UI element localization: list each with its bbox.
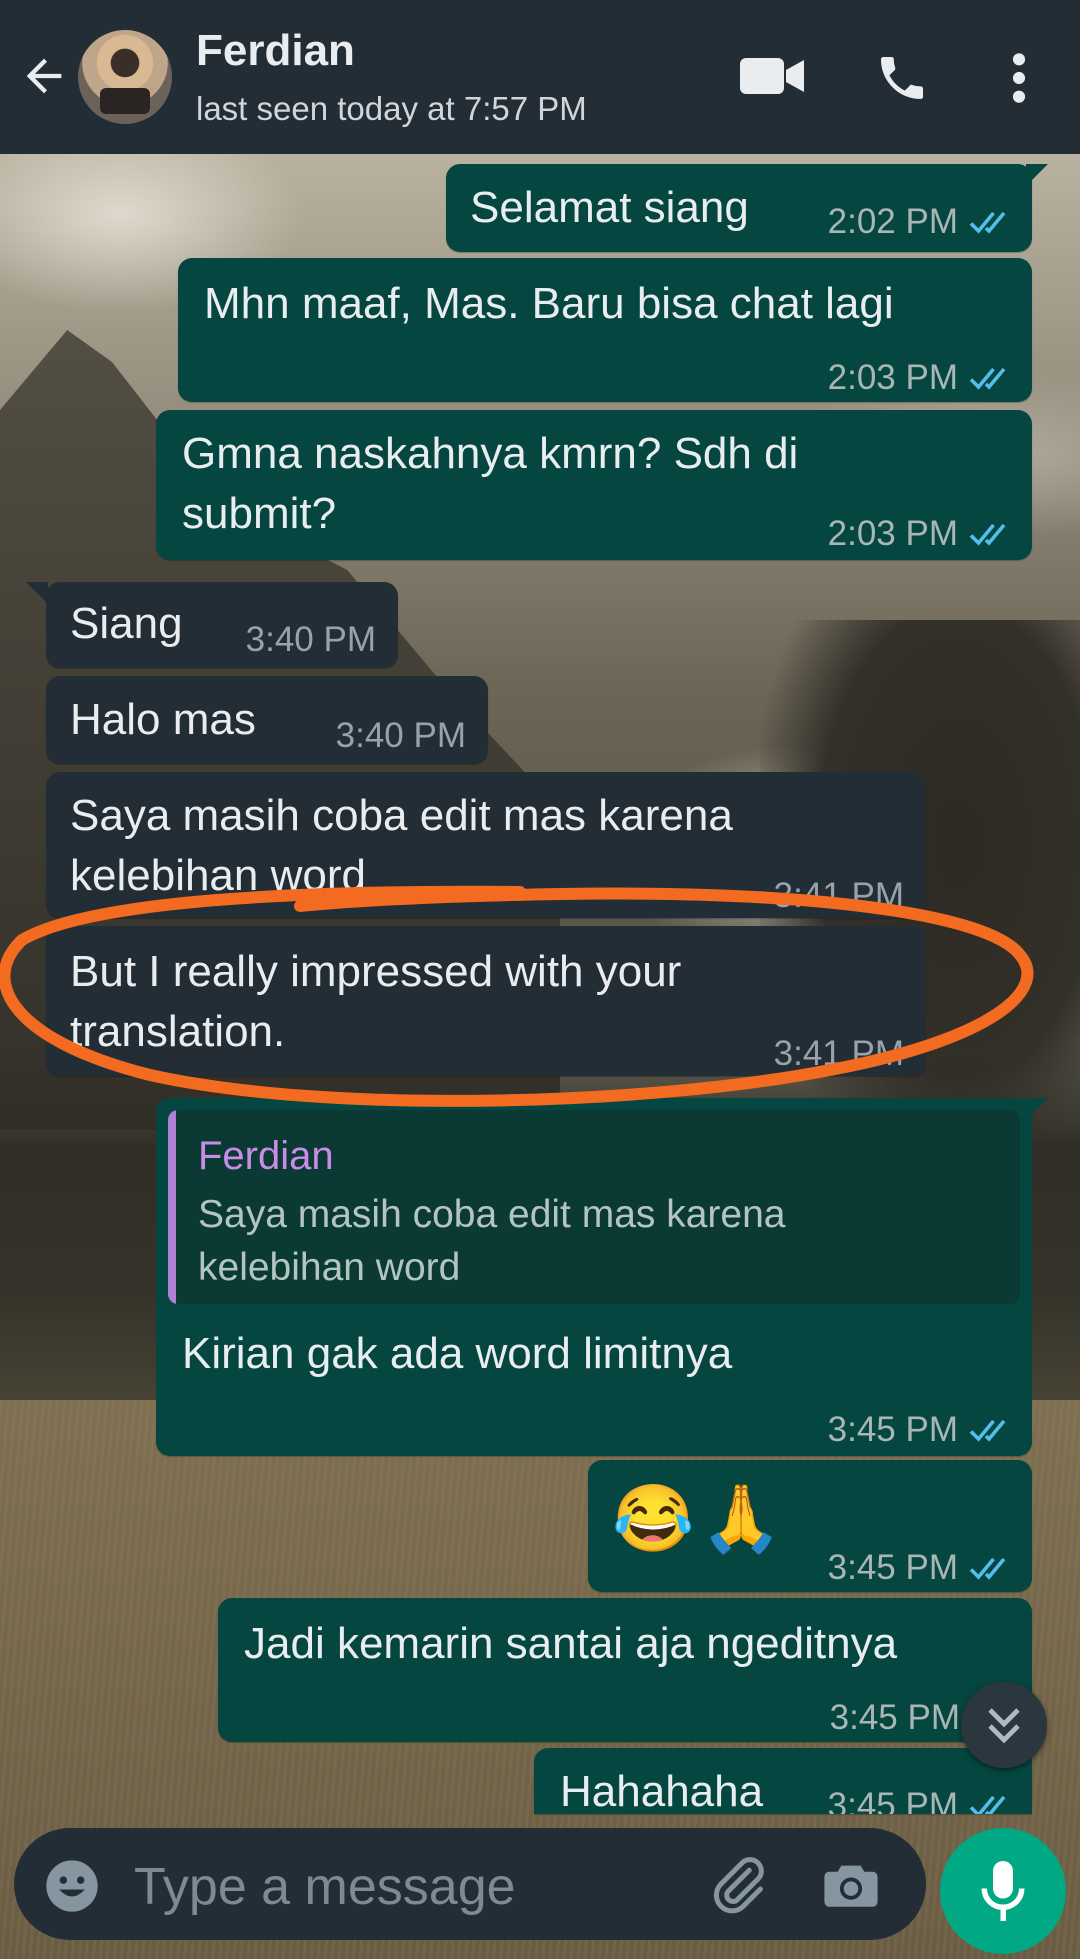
message-meta: 3:45 PM bbox=[830, 1688, 960, 1748]
message-time: 3:45 PM bbox=[829, 1698, 960, 1737]
last-seen-status: last seen today at 7:57 PM bbox=[196, 90, 587, 127]
read-receipt-icon bbox=[969, 523, 1006, 546]
message-text: Gmna naskahnya kmrn? Sdh di submit? bbox=[182, 429, 799, 538]
message-meta: 3:45 PM bbox=[828, 1538, 1010, 1598]
video-call-icon[interactable] bbox=[738, 52, 806, 100]
message-bubble-outgoing[interactable]: 😂🙏 3:45 PM bbox=[588, 1460, 1032, 1592]
voice-message-button[interactable] bbox=[940, 1828, 1066, 1954]
message-bubble-incoming[interactable]: Saya masih coba edit mas karena kelebiha… bbox=[46, 772, 926, 918]
contact-name[interactable]: Ferdian bbox=[196, 26, 355, 76]
quote-accent-bar bbox=[168, 1110, 176, 1304]
message-meta: 3:41 PM bbox=[774, 866, 904, 926]
message-bubble-outgoing[interactable]: Selamat siang 2:02 PM bbox=[446, 164, 1032, 252]
message-bubble-outgoing[interactable]: Mhn maaf, Mas. Baru bisa chat lagi 2:03 … bbox=[178, 258, 1032, 402]
message-bubble-outgoing-reply[interactable]: Ferdian Saya masih coba edit mas karena … bbox=[156, 1098, 1032, 1456]
emoji-icon[interactable] bbox=[44, 1858, 100, 1914]
message-meta: 3:45 PM bbox=[828, 1776, 1010, 1814]
message-text: But I really impressed with your transla… bbox=[70, 947, 682, 1056]
message-text: Siang bbox=[70, 599, 183, 648]
message-input[interactable] bbox=[132, 1856, 696, 1918]
message-text: Mhn maaf, Mas. Baru bisa chat lagi bbox=[204, 279, 894, 328]
read-receipt-icon bbox=[969, 1419, 1006, 1442]
chat-header: Ferdian last seen today at 7:57 PM bbox=[0, 0, 1080, 154]
message-meta: 3:40 PM bbox=[246, 610, 376, 670]
message-text: Halo mas bbox=[70, 695, 256, 744]
mic-icon bbox=[981, 1861, 1025, 1921]
message-time: 3:40 PM bbox=[335, 716, 466, 755]
message-composer bbox=[14, 1828, 926, 1940]
read-receipt-icon bbox=[969, 1557, 1006, 1580]
message-bubble-outgoing[interactable]: Gmna naskahnya kmrn? Sdh di submit? 2:03… bbox=[156, 410, 1032, 560]
message-time: 3:45 PM bbox=[827, 1548, 958, 1587]
message-time: 3:45 PM bbox=[827, 1410, 958, 1449]
quoted-author: Ferdian bbox=[198, 1134, 334, 1178]
quoted-message[interactable]: Ferdian Saya masih coba edit mas karena … bbox=[168, 1110, 1020, 1304]
more-options-icon[interactable] bbox=[1005, 50, 1033, 106]
message-text: Selamat siang bbox=[470, 183, 749, 232]
message-time: 2:03 PM bbox=[827, 358, 958, 397]
scroll-to-bottom-button[interactable] bbox=[961, 1682, 1047, 1768]
message-meta: 2:03 PM bbox=[828, 504, 1010, 564]
emoji-message: 😂🙏 bbox=[612, 1481, 789, 1555]
message-text: Saya masih coba edit mas karena kelebiha… bbox=[70, 791, 733, 900]
message-bubble-incoming-highlighted[interactable]: But I really impressed with your transla… bbox=[46, 926, 926, 1076]
message-time: 2:03 PM bbox=[827, 514, 958, 553]
avatar[interactable] bbox=[78, 30, 172, 124]
bubble-tail bbox=[26, 582, 48, 604]
read-receipt-icon bbox=[969, 211, 1006, 234]
message-bubble-outgoing[interactable]: Jadi kemarin santai aja ngeditnya 3:45 P… bbox=[218, 1598, 1032, 1742]
message-meta: 2:02 PM bbox=[828, 192, 1010, 252]
message-time: 3:41 PM bbox=[773, 1034, 904, 1073]
back-arrow-icon[interactable] bbox=[18, 50, 70, 102]
read-receipt-icon bbox=[969, 1795, 1006, 1814]
attach-icon[interactable] bbox=[708, 1854, 768, 1914]
message-meta: 3:40 PM bbox=[336, 706, 466, 766]
message-bubble-incoming[interactable]: Halo mas 3:40 PM bbox=[46, 676, 488, 764]
double-chevron-down-icon bbox=[988, 1708, 1020, 1744]
voice-call-icon[interactable] bbox=[874, 50, 930, 106]
message-bubble-outgoing[interactable]: Hahahaha 3:45 PM bbox=[534, 1748, 1032, 1814]
message-meta: 3:41 PM bbox=[774, 1024, 904, 1084]
camera-icon[interactable] bbox=[822, 1858, 880, 1912]
message-meta: 2:03 PM bbox=[828, 348, 1010, 408]
message-time: 3:45 PM bbox=[827, 1786, 958, 1814]
message-bubble-incoming[interactable]: Siang 3:40 PM bbox=[46, 582, 398, 668]
message-meta: 3:45 PM bbox=[828, 1400, 1010, 1460]
message-text: Jadi kemarin santai aja ngeditnya bbox=[244, 1619, 898, 1668]
read-receipt-icon bbox=[969, 367, 1006, 390]
message-text: Kirian gak ada word limitnya bbox=[182, 1329, 733, 1378]
message-time: 2:02 PM bbox=[827, 202, 958, 241]
message-text: Hahahaha bbox=[560, 1767, 764, 1814]
message-time: 3:41 PM bbox=[773, 876, 904, 915]
quoted-text: Saya masih coba edit mas karena kelebiha… bbox=[198, 1193, 786, 1289]
message-time: 3:40 PM bbox=[245, 620, 376, 659]
